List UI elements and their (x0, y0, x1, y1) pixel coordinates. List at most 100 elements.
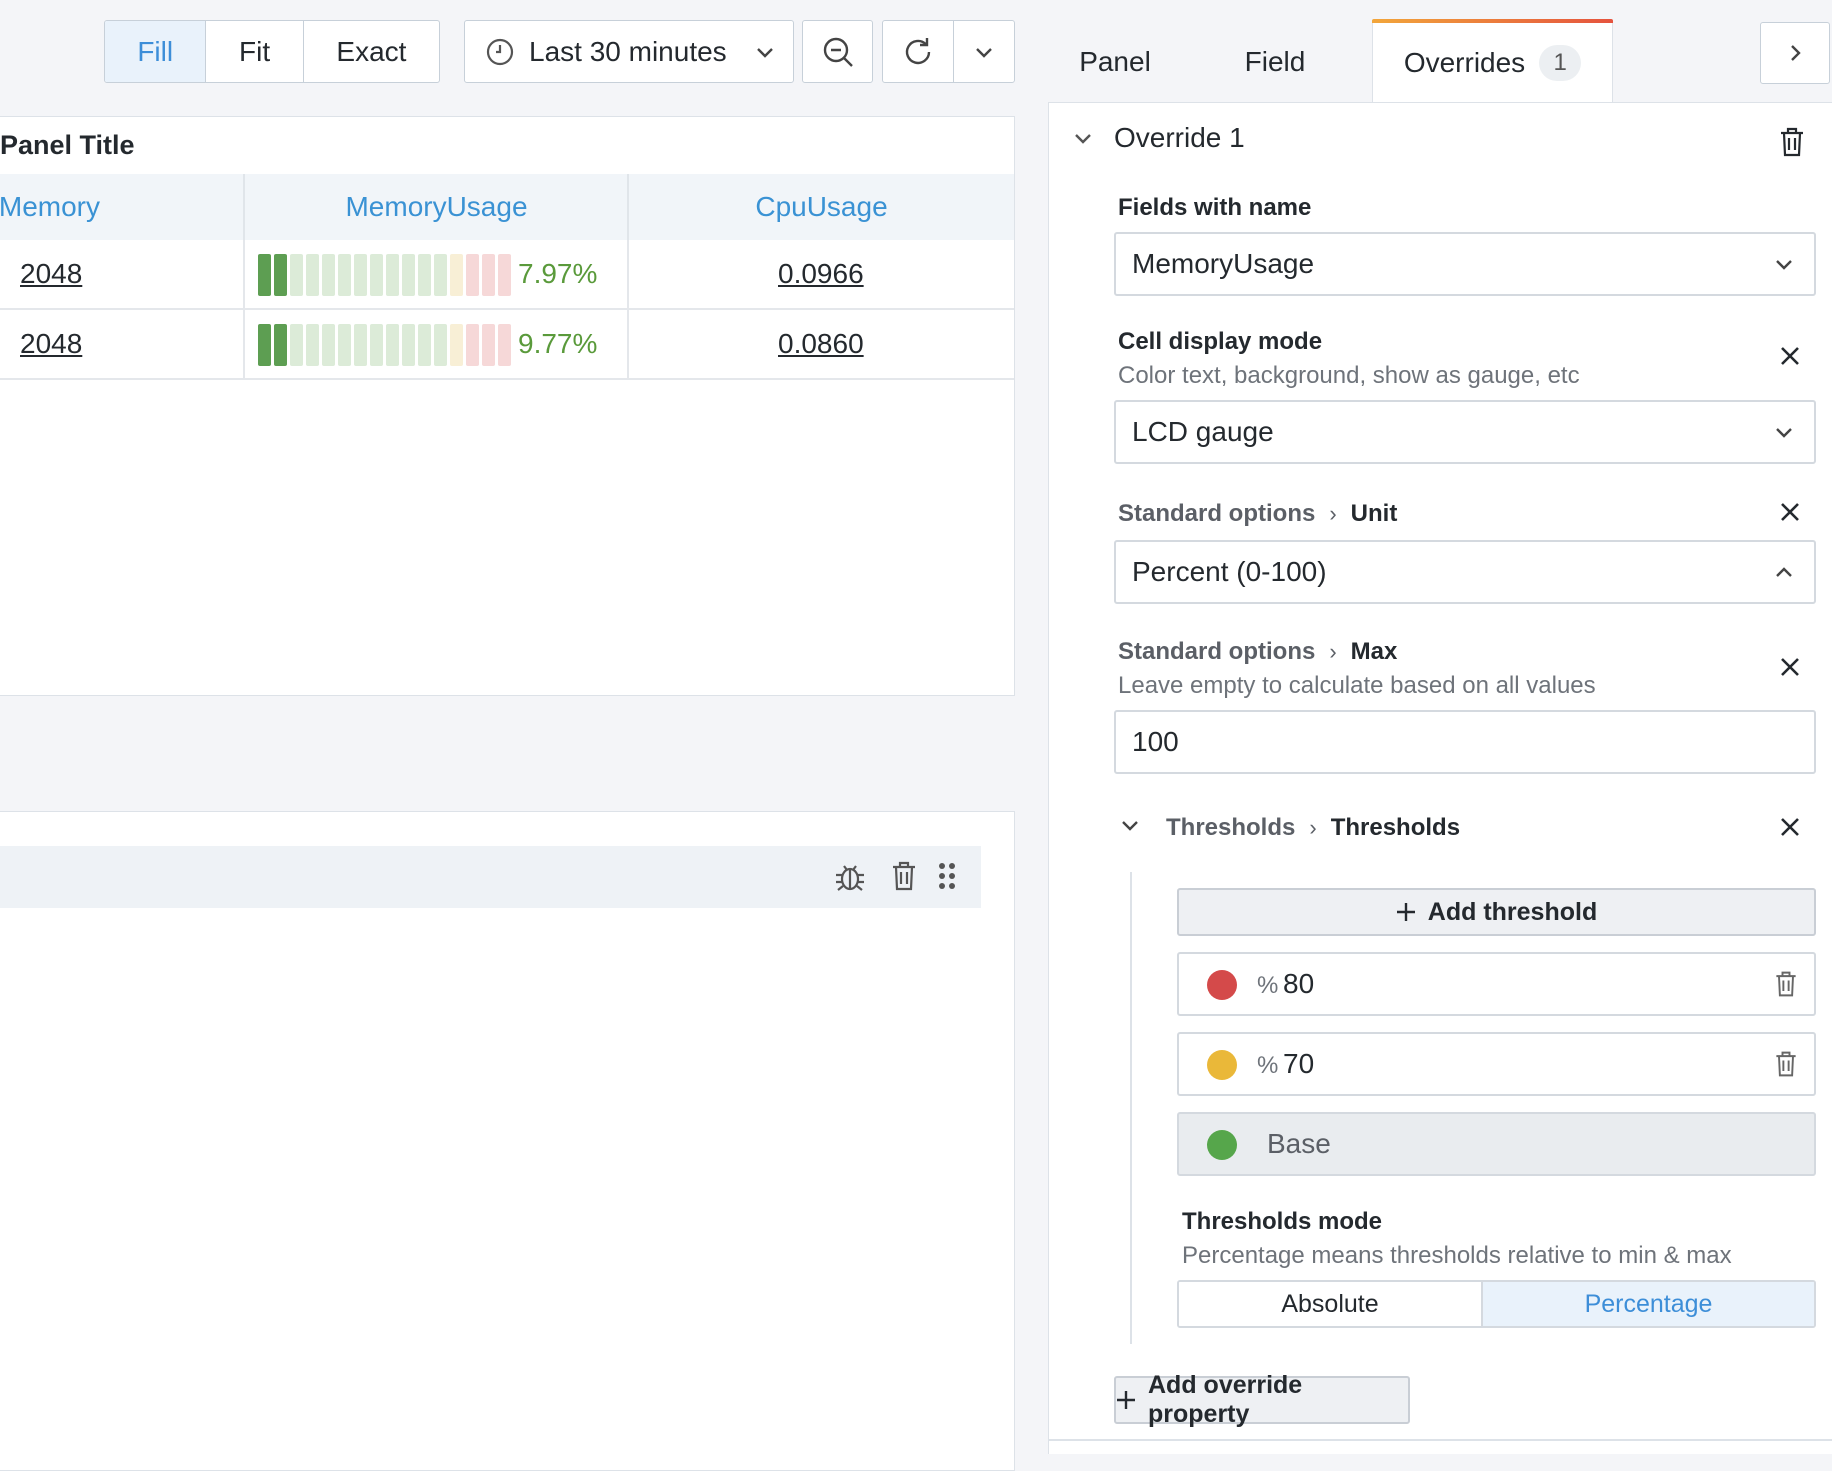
query-row-header (0, 846, 981, 908)
editor-divider (1048, 1439, 1832, 1441)
max-category: Standard options (1118, 638, 1316, 665)
fields-with-name-value: MemoryUsage (1132, 248, 1315, 279)
table-header: Memory MemoryUsage CpuUsage (0, 174, 1014, 240)
thresholds-indent-line (1130, 872, 1132, 1344)
remove-property-close-icon[interactable] (1779, 816, 1801, 838)
threshold-value[interactable]: 70 (1283, 1048, 1314, 1080)
max-label: Max (1350, 638, 1398, 665)
threshold-value[interactable]: 80 (1283, 968, 1314, 1000)
matcher-label: Fields with name (1118, 194, 1312, 221)
fields-with-name-select[interactable]: MemoryUsage (1114, 232, 1816, 296)
plus-icon (1396, 902, 1416, 922)
unit-select[interactable]: Percent (0-100) (1114, 540, 1816, 604)
add-override-property-button[interactable]: Add override property (1114, 1371, 1410, 1428)
size-mode-fit[interactable]: Fit (206, 21, 304, 82)
max-property-breadcrumb: Standard options › Max (1118, 638, 1397, 666)
tab-overrides[interactable]: Overrides 1 (1372, 19, 1613, 104)
threshold-color-swatch[interactable] (1207, 970, 1237, 1000)
tab-overrides-label: Overrides (1403, 46, 1526, 78)
time-range-label: Last 30 minutes (529, 35, 727, 67)
unit-property-breadcrumb: Standard options › Unit (1118, 500, 1397, 528)
chevron-down-icon[interactable] (1073, 131, 1093, 145)
collapse-editor-button[interactable] (1760, 22, 1830, 84)
thresholds-property-breadcrumb: Thresholds › Thresholds (1166, 814, 1460, 842)
lcd-gauge (258, 254, 511, 296)
refresh-button[interactable] (882, 20, 954, 83)
thresholds-category: Thresholds (1166, 814, 1296, 841)
time-range-picker[interactable]: Last 30 minutes (464, 20, 794, 83)
column-divider (627, 174, 629, 240)
remove-property-close-icon[interactable] (1779, 345, 1801, 367)
max-input[interactable]: 100 (1114, 710, 1816, 774)
cell-display-mode-label: Cell display mode (1118, 328, 1323, 355)
trash-icon[interactable] (1774, 1050, 1798, 1078)
add-override-property-label: Add override property (1148, 1371, 1303, 1428)
column-header-memoryusage[interactable]: MemoryUsage (245, 174, 628, 240)
chevron-down-icon[interactable] (1120, 818, 1140, 832)
chevron-down-icon (1774, 257, 1794, 271)
max-value: 100 (1132, 726, 1179, 757)
threshold-color-swatch[interactable] (1207, 1050, 1237, 1080)
cell-display-mode-value: LCD gauge (1132, 416, 1274, 447)
unit-category: Standard options (1118, 500, 1316, 527)
remove-property-close-icon[interactable] (1779, 501, 1801, 523)
memoryusage-value: 7.97% (518, 258, 598, 289)
column-divider (243, 240, 245, 310)
chevron-down-icon (755, 45, 775, 59)
threshold-unit: % (1257, 972, 1279, 999)
trash-icon[interactable] (891, 860, 917, 892)
tab-field-label: Field (1244, 45, 1306, 77)
chevron-up-icon (1774, 565, 1794, 579)
lcd-gauge (258, 324, 511, 366)
threshold-step-70[interactable]: % 70 (1177, 1032, 1816, 1096)
column-divider (627, 240, 629, 310)
add-threshold-label: Add threshold (1427, 897, 1598, 926)
overrides-count-badge: 1 (1539, 44, 1582, 81)
memory-cell[interactable]: 2048 (20, 258, 82, 290)
threshold-color-swatch[interactable] (1207, 1130, 1237, 1160)
threshold-unit: % (1257, 1052, 1279, 1079)
cell-display-mode-select[interactable]: LCD gauge (1114, 400, 1816, 464)
memory-cell[interactable]: 2048 (20, 328, 82, 360)
refresh-interval-dropdown[interactable] (953, 20, 1015, 83)
cpuusage-cell[interactable]: 0.0860 (778, 328, 864, 360)
chevron-down-icon (1774, 425, 1794, 439)
column-header-cpuusage[interactable]: CpuUsage (629, 174, 1014, 240)
delete-override-trash-icon[interactable] (1779, 126, 1805, 158)
threshold-step-base: Base (1177, 1112, 1816, 1176)
add-threshold-button[interactable]: Add threshold (1177, 888, 1816, 936)
size-mode-fill[interactable]: Fill (105, 21, 207, 82)
threshold-base-label: Base (1267, 1128, 1331, 1159)
remove-property-close-icon[interactable] (1779, 656, 1801, 678)
thresholds-mode-description: Percentage means thresholds relative to … (1182, 1242, 1732, 1269)
threshold-step-80[interactable]: % 80 (1177, 952, 1816, 1016)
drag-handle-icon[interactable] (937, 860, 957, 892)
thresholds-mode-label: Thresholds mode (1182, 1208, 1383, 1235)
column-divider (243, 174, 245, 240)
unit-label: Unit (1350, 500, 1398, 527)
refresh-icon (901, 35, 935, 69)
tab-field[interactable]: Field (1200, 20, 1350, 103)
bug-icon[interactable] (834, 860, 866, 894)
column-divider (627, 310, 629, 380)
thresholds-mode-toggle: Absolute Percentage (1177, 1280, 1816, 1328)
zoom-out-button[interactable] (802, 20, 873, 83)
trash-icon[interactable] (1774, 970, 1798, 998)
thresholds-mode-absolute[interactable]: Absolute (1179, 1282, 1483, 1326)
table-row: 2048 7.97% 0.0966 (0, 240, 1014, 310)
tab-panel[interactable]: Panel (1048, 20, 1182, 103)
override-title: Override 1 (1114, 122, 1245, 153)
column-divider (243, 310, 245, 380)
chevron-right-icon: › (1329, 501, 1337, 526)
table-row: 2048 9.77% 0.0860 (0, 310, 1014, 380)
size-mode-group: Fill Fit Exact (104, 20, 440, 83)
zoom-out-icon (821, 35, 855, 69)
memoryusage-value: 9.77% (518, 328, 598, 359)
chevron-right-icon (1788, 43, 1802, 63)
size-mode-exact[interactable]: Exact (304, 21, 439, 82)
cpuusage-cell[interactable]: 0.0966 (778, 258, 864, 290)
chevron-right-icon: › (1329, 639, 1337, 664)
chevron-down-icon (974, 45, 994, 59)
thresholds-mode-percentage[interactable]: Percentage (1483, 1282, 1814, 1326)
column-header-memory[interactable]: Memory (0, 174, 250, 240)
